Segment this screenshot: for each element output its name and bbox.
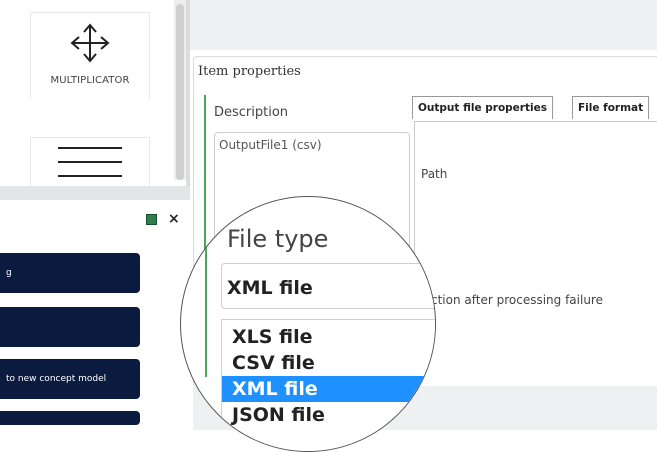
tool-label: MULTIPLICATOR bbox=[50, 75, 130, 86]
panel-title: Item properties bbox=[198, 64, 301, 79]
path-label: Path bbox=[421, 167, 448, 181]
description-label: Description bbox=[214, 105, 289, 120]
action-button[interactable] bbox=[0, 411, 140, 425]
palette-scrollbar-thumb[interactable] bbox=[176, 4, 184, 180]
move-arrows-icon bbox=[68, 21, 112, 69]
tab-content bbox=[414, 121, 657, 367]
dock-icon[interactable] bbox=[146, 214, 157, 225]
panel-divider bbox=[0, 186, 190, 200]
option-json[interactable]: JSON file bbox=[222, 402, 435, 428]
action-button[interactable]: g bbox=[0, 253, 140, 293]
menu-tool[interactable] bbox=[30, 137, 150, 188]
failure-action-label: Action after processing failure bbox=[423, 293, 603, 307]
description-value: OutputFile1 (csv) bbox=[219, 138, 322, 152]
magnifier-lens: File type XML file XLS file CSV file XML… bbox=[180, 196, 436, 452]
file-type-selected-value: XML file bbox=[227, 277, 313, 299]
action-button[interactable]: to new concept model bbox=[0, 359, 140, 399]
option-csv[interactable]: CSV file bbox=[222, 350, 435, 376]
option-xml[interactable]: XML file bbox=[222, 376, 435, 402]
section-accent-line bbox=[205, 247, 207, 377]
tab-file-format[interactable]: File format bbox=[572, 96, 650, 119]
file-type-dropdown-list: XLS file CSV file XML file JSON file bbox=[221, 319, 435, 451]
action-button[interactable] bbox=[0, 307, 140, 347]
close-icon[interactable]: × bbox=[168, 211, 180, 227]
tab-output-file-properties[interactable]: Output file properties bbox=[412, 96, 553, 119]
option-xls[interactable]: XLS file bbox=[222, 324, 435, 350]
canvas-area bbox=[188, 0, 657, 50]
file-type-label: File type bbox=[227, 225, 329, 253]
tabs: Output file properties File format bbox=[412, 96, 657, 122]
multiplicator-tool[interactable]: MULTIPLICATOR bbox=[30, 12, 150, 99]
